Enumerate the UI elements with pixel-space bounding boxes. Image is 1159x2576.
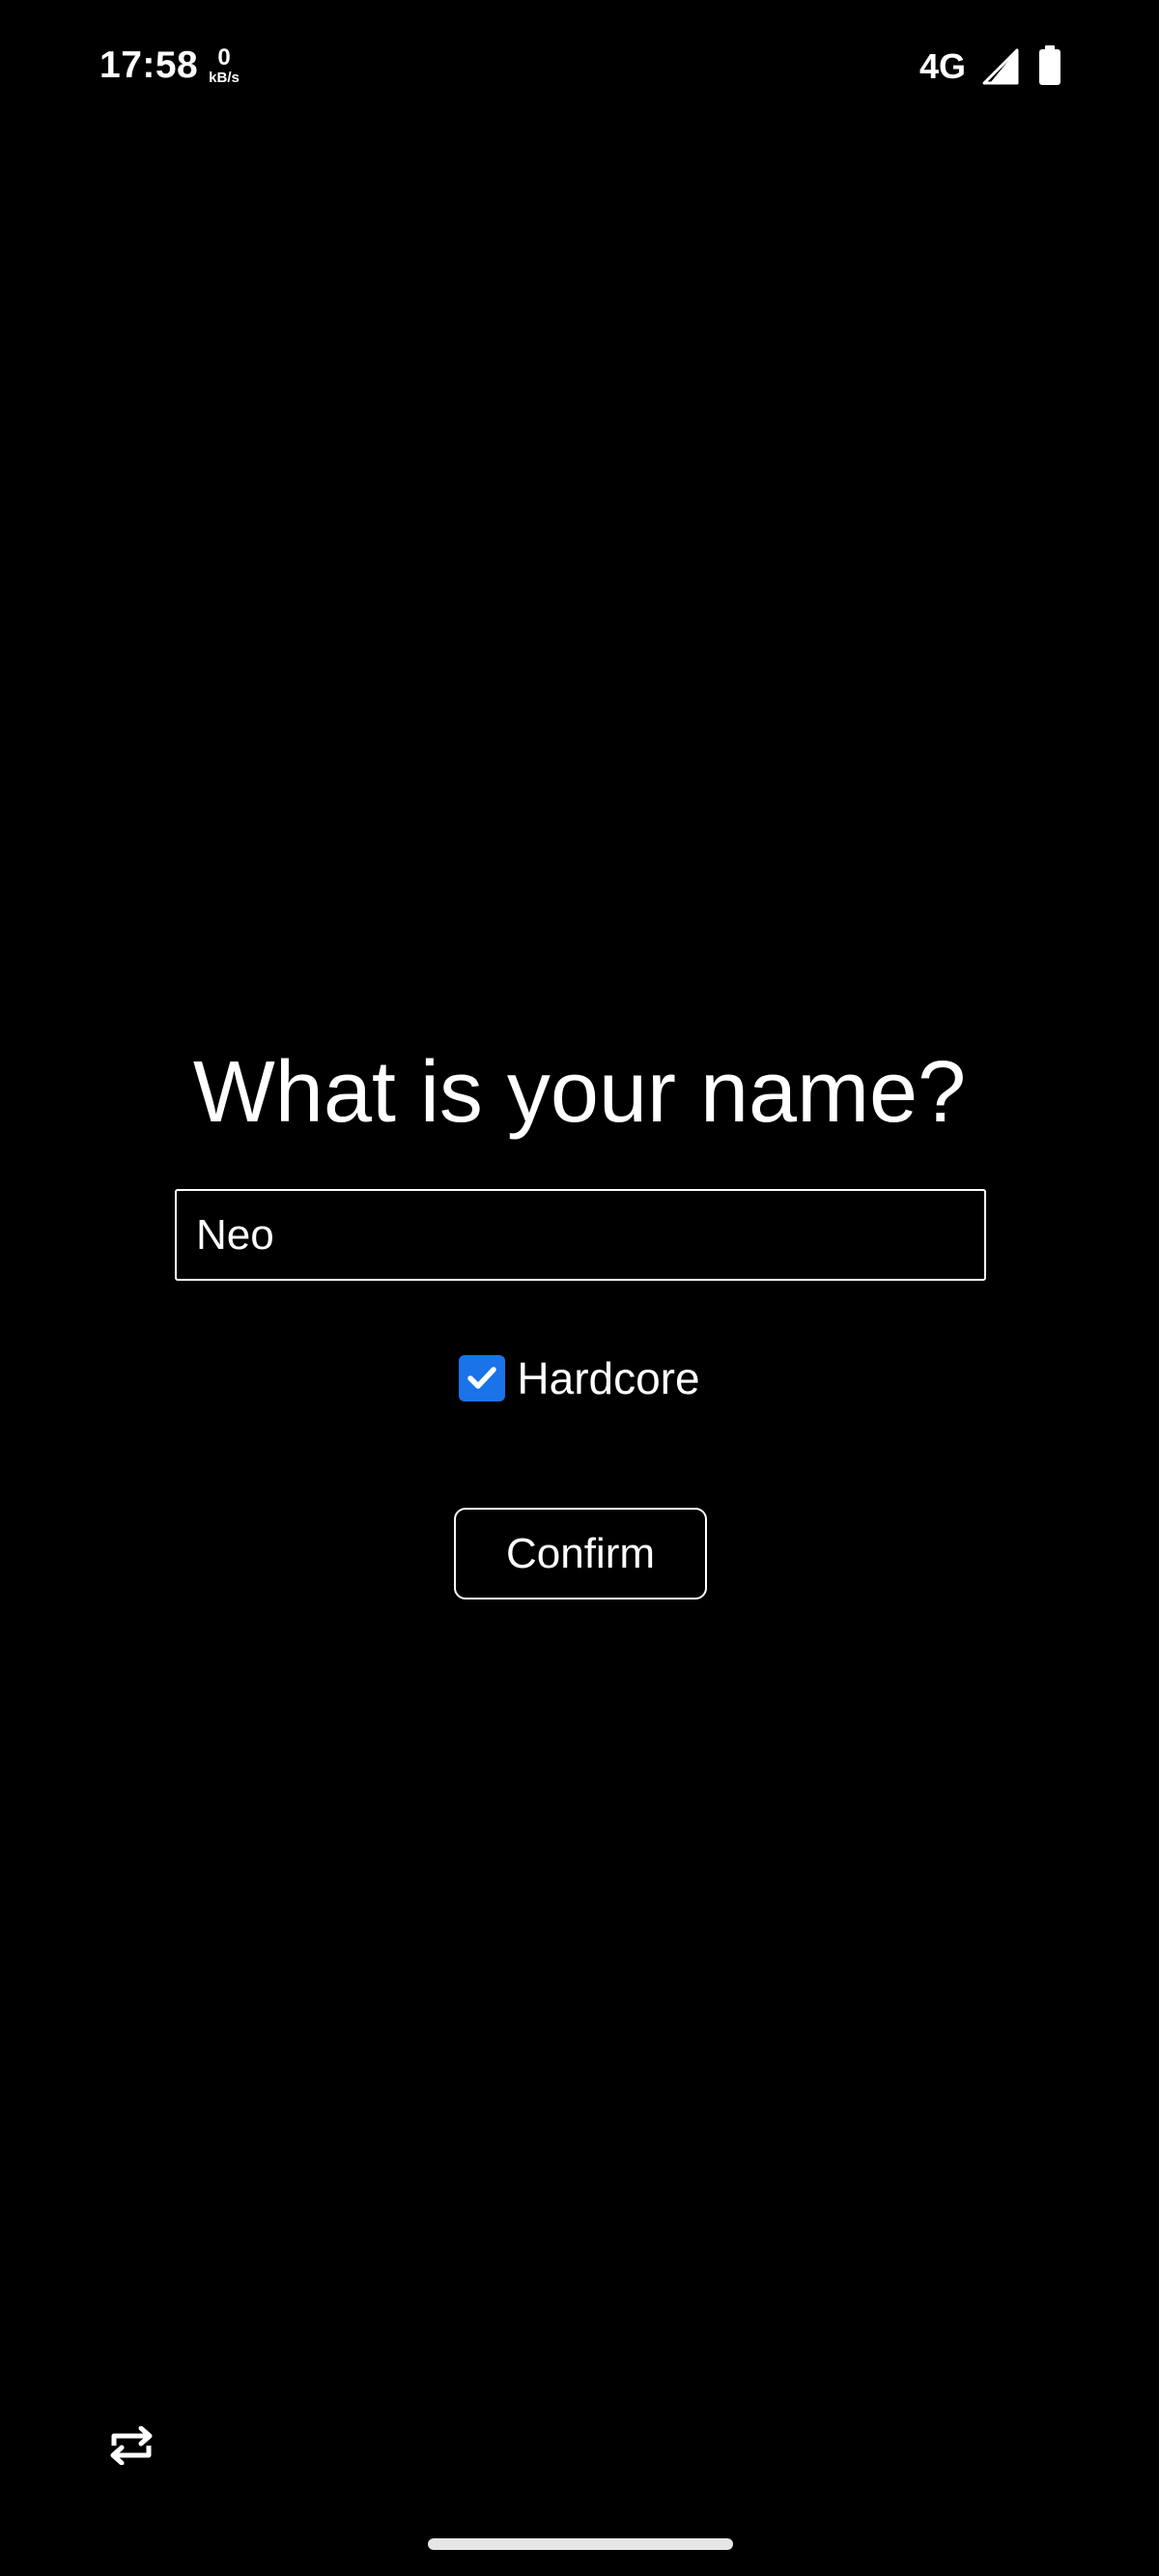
network-speed-value: 0 — [217, 44, 231, 71]
network-type: 4G — [919, 46, 967, 86]
cellular-signal-icon — [982, 48, 1019, 85]
hardcore-label[interactable]: Hardcore — [517, 1349, 699, 1407]
name-input[interactable] — [175, 1189, 986, 1281]
status-bar: 17:58 0 kB/s 4G — [0, 0, 1159, 135]
app-screen: 17:58 0 kB/s 4G What is your name? Hardc… — [0, 0, 1159, 2576]
page-title: What is your name? — [192, 1044, 967, 1141]
network-speed-unit: kB/s — [209, 70, 240, 86]
hardcore-checkbox[interactable] — [459, 1355, 506, 1401]
hardcore-option: Hardcore — [0, 1349, 1159, 1407]
network-speed-indicator: 0 kB/s — [203, 44, 245, 86]
confirm-button[interactable]: Confirm — [454, 1508, 707, 1599]
status-time: 17:58 — [99, 44, 199, 86]
home-indicator[interactable] — [428, 2538, 733, 2550]
checkmark-icon — [467, 1367, 497, 1389]
battery-icon — [1039, 45, 1060, 85]
screen-rotate-icon[interactable] — [104, 2426, 158, 2465]
